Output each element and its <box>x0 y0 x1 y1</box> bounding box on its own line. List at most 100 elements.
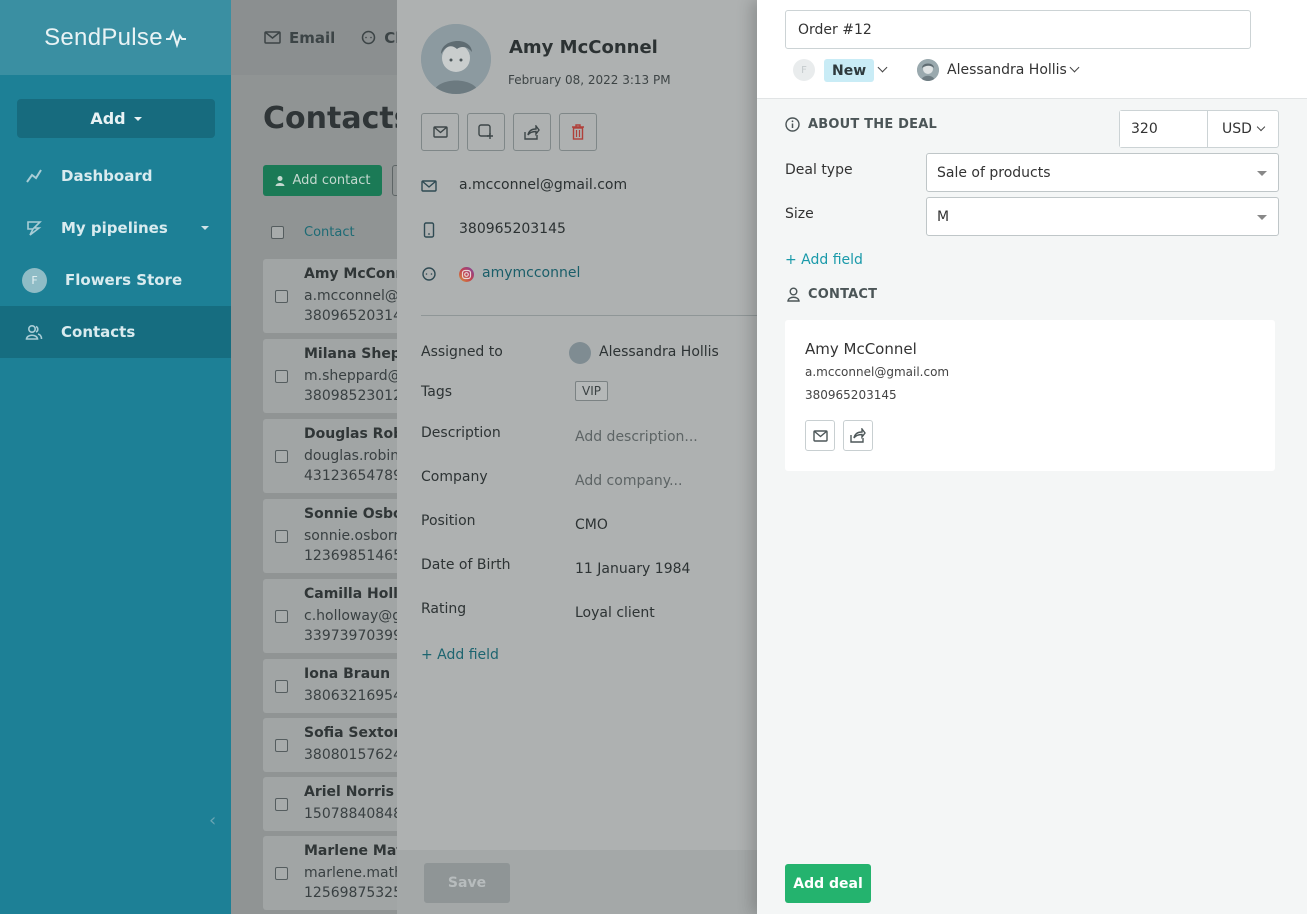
chevron-down-icon[interactable] <box>877 62 888 73</box>
table-row[interactable]: Amy McConn a.mcconnel@g 38096520314 <box>263 259 397 333</box>
pulse-icon <box>165 28 186 48</box>
table-row[interactable]: Ariel Norris 15078840848 <box>263 777 397 831</box>
delete-button[interactable] <box>559 113 597 151</box>
topbar-email[interactable]: Email <box>264 29 335 47</box>
add-deal-button[interactable]: Add deal <box>785 864 871 903</box>
add-deal-icon <box>478 124 493 139</box>
assigned-to-value[interactable]: Alessandra Hollis <box>599 344 719 360</box>
avatar: F <box>793 59 815 81</box>
deal-title-input[interactable] <box>785 10 1251 49</box>
rating-value[interactable]: Loyal client <box>575 605 655 621</box>
row-checkbox[interactable] <box>275 530 288 543</box>
send-email-button[interactable] <box>805 420 835 451</box>
contact-phone[interactable]: 380965203145 <box>459 221 566 237</box>
row-checkbox[interactable] <box>275 610 288 623</box>
row-checkbox[interactable] <box>275 450 288 463</box>
table-header: Contact <box>271 225 355 240</box>
contact-panel: Amy McConnel February 08, 2022 3:13 PM a… <box>397 0 757 914</box>
position-label: Position <box>421 513 476 529</box>
envelope-icon <box>421 180 437 192</box>
send-email-button[interactable] <box>421 113 459 151</box>
chart-line-icon <box>26 169 42 183</box>
amount-input[interactable] <box>1120 111 1208 147</box>
size-label: Size <box>785 206 814 222</box>
contact-card-name[interactable]: Amy McConnel <box>805 340 917 358</box>
caret-down-icon[interactable] <box>201 226 209 230</box>
row-name: Marlene Math <box>304 843 397 859</box>
deal-type-select[interactable]: Sale of products <box>926 153 1279 192</box>
sidebar-item-label: My pipelines <box>61 219 168 237</box>
size-value: M <box>937 208 950 225</box>
topbar: Email Ch <box>231 0 397 75</box>
avatar: F <box>22 268 47 293</box>
dob-value[interactable]: 11 January 1984 <box>575 561 690 577</box>
deal-type-label: Deal type <box>785 162 853 178</box>
caret-down-icon <box>133 116 142 121</box>
table-row[interactable]: Sofia Sexton 38080157624 <box>263 718 397 772</box>
add-contact-button[interactable]: Add contact <box>263 165 382 196</box>
row-phone: 38063216954 <box>304 688 397 704</box>
save-button[interactable]: Save <box>424 863 510 903</box>
table-row[interactable]: Douglas Robi douglas.robins 43123654789 <box>263 419 397 493</box>
table-row[interactable]: Iona Braun 38063216954 <box>263 659 397 713</box>
amount-field: USD <box>1119 110 1279 148</box>
add-deal-button[interactable] <box>467 113 505 151</box>
contacts-main: Email Ch Contacts Add contact Contact Am… <box>231 0 397 914</box>
currency-value: USD <box>1222 121 1252 137</box>
row-phone: 38098523012 <box>304 388 397 404</box>
select-all-checkbox[interactable] <box>271 226 284 239</box>
dob-label: Date of Birth <box>421 557 511 573</box>
sidebar-item-contacts[interactable]: Contacts <box>0 306 231 358</box>
share-icon <box>524 124 540 140</box>
envelope-icon <box>264 31 281 44</box>
tag-vip[interactable]: VIP <box>575 381 608 401</box>
sidebar-item-label: Contacts <box>61 323 136 341</box>
collapse-sidebar-icon[interactable]: ‹ <box>209 810 216 831</box>
row-checkbox[interactable] <box>275 370 288 383</box>
row-checkbox[interactable] <box>275 290 288 303</box>
column-header-contact[interactable]: Contact <box>304 225 355 240</box>
description-field[interactable]: Add description... <box>575 429 698 445</box>
table-row[interactable]: Marlene Math marlene.mathi 12569875325 <box>263 836 397 910</box>
sidebar-item-flowers-store[interactable]: F Flowers Store <box>0 254 231 306</box>
currency-select[interactable]: USD <box>1208 111 1278 147</box>
chat-icon <box>422 267 436 281</box>
row-phone: 12569875325 <box>304 885 397 901</box>
avatar <box>421 24 491 94</box>
sidebar-item-my-pipelines[interactable]: My pipelines <box>0 202 231 254</box>
table-row[interactable]: Camilla Hollo c.holloway@g 33973970399 <box>263 579 397 653</box>
status-badge[interactable]: New <box>824 59 875 82</box>
row-phone: 38080157624 <box>304 747 397 763</box>
company-field[interactable]: Add company... <box>575 473 682 489</box>
deal-owner[interactable]: Alessandra Hollis <box>947 62 1067 78</box>
divider <box>421 315 757 316</box>
row-phone: 15078840848 <box>304 806 397 822</box>
row-checkbox[interactable] <box>275 867 288 880</box>
row-email: a.mcconnel@g <box>304 288 397 304</box>
sidebar-item-dashboard[interactable]: Dashboard <box>0 150 231 202</box>
user-avatar-icon <box>421 24 491 94</box>
row-checkbox[interactable] <box>275 739 288 752</box>
chevron-down-icon[interactable] <box>1069 62 1080 73</box>
add-field-link[interactable]: + Add field <box>785 252 863 268</box>
logo[interactable]: SendPulse <box>44 24 187 52</box>
share-button[interactable] <box>513 113 551 151</box>
table-row[interactable]: Milana Shepp m.sheppard@ 38098523012 <box>263 339 397 413</box>
position-value[interactable]: CMO <box>575 517 608 533</box>
row-phone: 43123654789 <box>304 468 397 484</box>
contact-email[interactable]: a.mcconnel@gmail.com <box>459 177 627 193</box>
user-icon <box>787 287 800 302</box>
rating-label: Rating <box>421 601 467 617</box>
row-checkbox[interactable] <box>275 680 288 693</box>
phone-icon <box>423 222 435 238</box>
topbar-chats[interactable]: Ch <box>361 29 397 47</box>
instagram-link[interactable]: amymcconnel <box>482 265 580 281</box>
add-button[interactable]: Add <box>17 99 215 138</box>
add-contact-label: Add contact <box>292 173 371 188</box>
table-row[interactable]: Sonnie Osbor sonnie.osborn 12369851465 <box>263 499 397 573</box>
row-checkbox[interactable] <box>275 798 288 811</box>
share-button[interactable] <box>843 420 873 451</box>
size-select[interactable]: M <box>926 197 1279 236</box>
add-field-link[interactable]: + Add field <box>421 647 499 663</box>
chat-icon <box>362 30 376 45</box>
